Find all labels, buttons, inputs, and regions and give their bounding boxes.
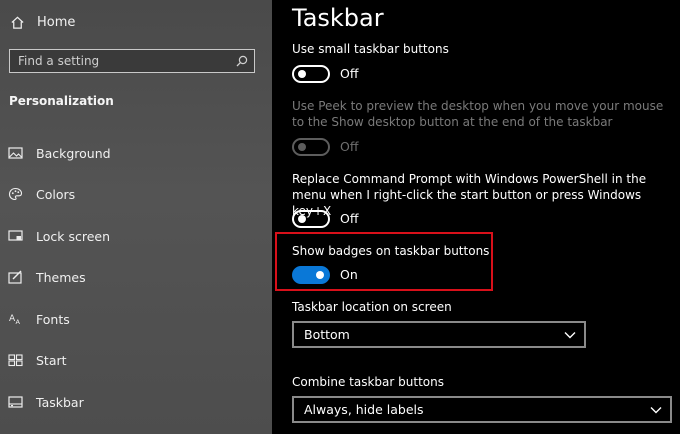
toggle-knob [316,271,324,279]
toggle-powershell[interactable] [292,210,330,228]
search-input[interactable]: Find a setting [9,49,255,73]
main-panel: Taskbar Use small taskbar buttons Off Us… [272,0,680,434]
sidebar-item-fonts[interactable]: AA Fonts [8,309,70,329]
palette-icon [8,187,23,201]
section-title: Personalization [9,94,114,108]
sidebar-item-label: Colors [36,186,76,202]
search-placeholder: Find a setting [18,54,100,68]
sidebar-item-label: Background [36,145,111,161]
search-icon [236,55,248,67]
toggle-state-powershell: Off [340,211,359,226]
fonts-icon: AA [9,314,21,326]
lock-screen-icon [8,230,23,241]
sidebar-item-start[interactable]: Start [8,350,67,370]
sidebar: Home Find a setting Personalization Back… [0,0,272,434]
sidebar-item-label: Fonts [36,311,70,327]
sidebar-item-label: Lock screen [36,228,111,244]
toggle-small-buttons[interactable] [292,65,330,83]
location-label: Taskbar location on screen [292,300,452,314]
toggle-knob [298,70,306,78]
toggle-knob [298,215,306,223]
sidebar-item-lock-screen[interactable]: Lock screen [8,226,110,246]
setting-label-peek: Use Peek to preview the desktop when you… [292,99,664,129]
page-title: Taskbar [292,4,384,32]
sidebar-item-label: Themes [36,269,86,285]
sidebar-item-background[interactable]: Background [8,143,111,163]
home-icon [11,16,24,29]
home-link[interactable]: Home [10,11,75,33]
setting-label-badges: Show badges on taskbar buttons [292,244,490,258]
chevron-down-icon [650,406,662,413]
toggle-badges[interactable] [292,266,330,284]
combine-label: Combine taskbar buttons [292,375,444,389]
location-dropdown[interactable]: Bottom [292,321,586,348]
sidebar-item-taskbar[interactable]: Taskbar [8,392,84,412]
sidebar-item-themes[interactable]: Themes [8,267,86,287]
themes-icon [8,270,22,284]
combine-dropdown[interactable]: Always, hide labels [292,396,672,423]
sidebar-item-label: Taskbar [36,394,84,410]
home-label: Home [37,14,76,30]
toggle-peek[interactable] [292,138,330,156]
chevron-down-icon [564,331,576,338]
svg-text:A: A [16,318,21,326]
toggle-state-small-buttons: Off [340,66,359,81]
start-icon [8,354,23,367]
location-value: Bottom [304,327,350,342]
sidebar-item-colors[interactable]: Colors [8,184,75,204]
setting-label-small-buttons: Use small taskbar buttons [292,42,449,56]
combine-value: Always, hide labels [304,402,424,417]
taskbar-icon [8,396,23,408]
toggle-knob [298,143,306,151]
sidebar-item-label: Start [36,352,67,368]
picture-icon [8,147,23,159]
toggle-state-peek: Off [340,139,359,154]
toggle-state-badges: On [340,267,358,282]
